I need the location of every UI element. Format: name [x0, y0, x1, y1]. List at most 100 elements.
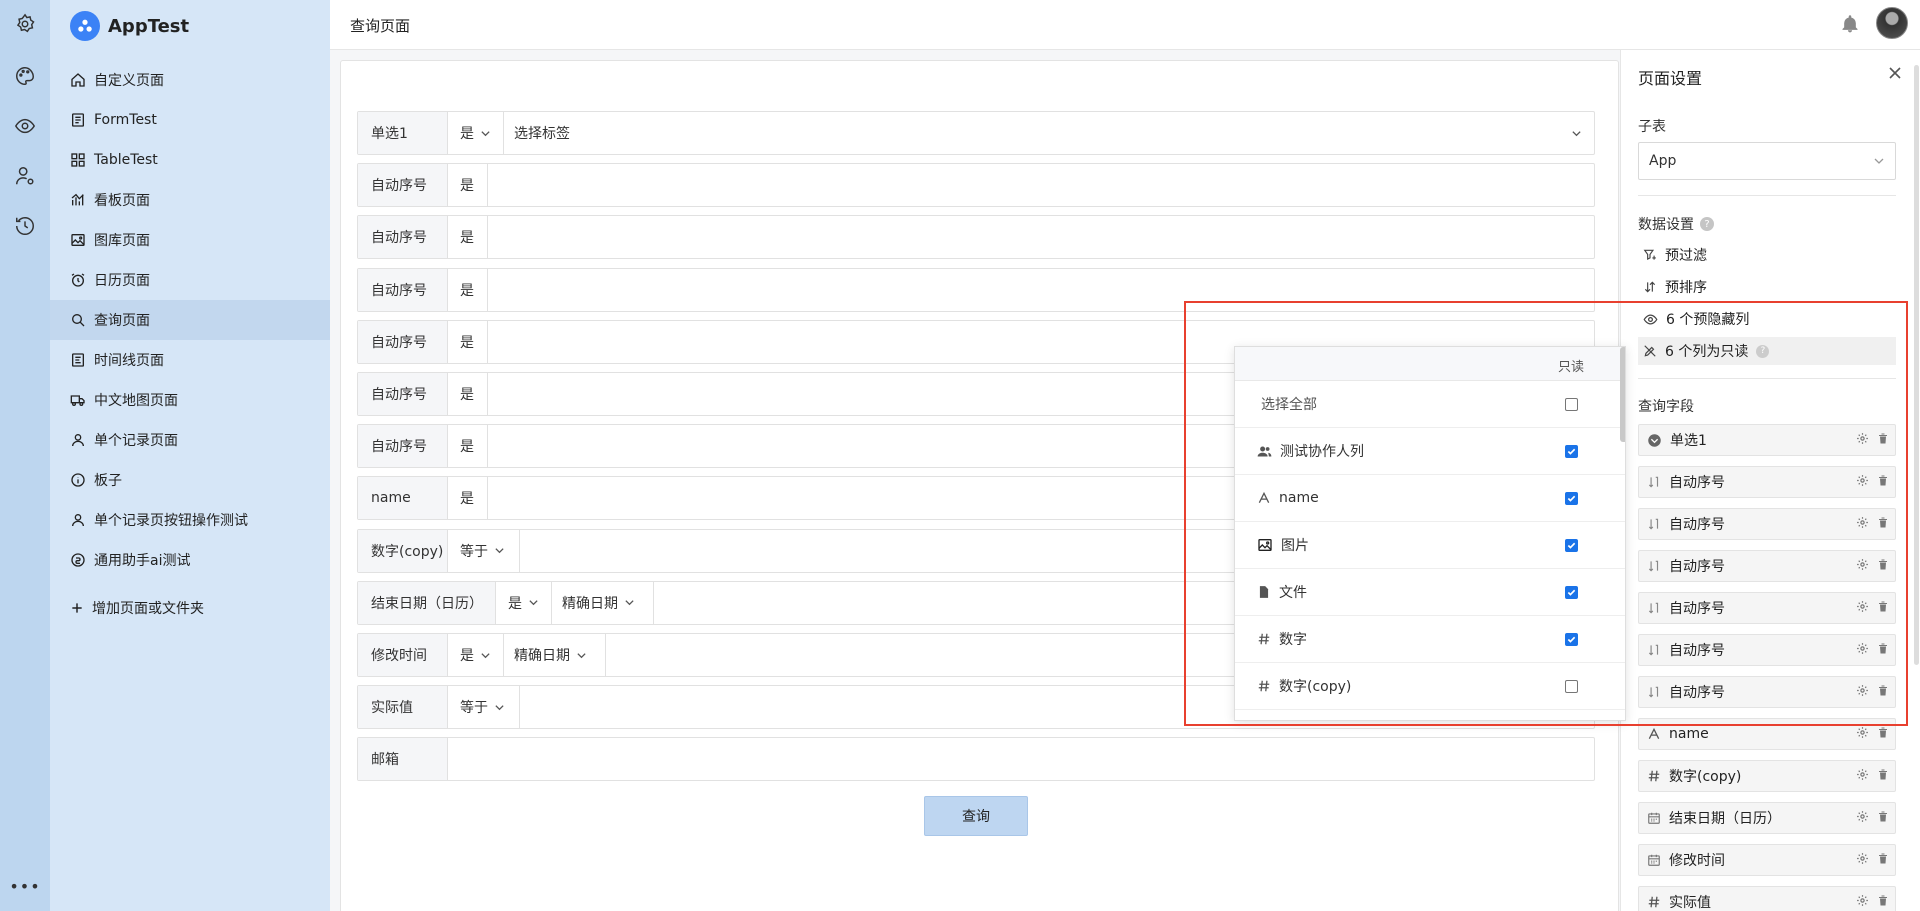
- operator-value: 是: [508, 595, 522, 612]
- readonly-column-row[interactable]: name: [1235, 475, 1625, 522]
- field-settings-icon[interactable]: [1856, 516, 1869, 529]
- value-input[interactable]: [448, 738, 1594, 780]
- history-icon[interactable]: [9, 210, 41, 242]
- delete-icon[interactable]: [1877, 474, 1889, 487]
- field-settings-icon[interactable]: [1856, 852, 1869, 865]
- operator-select[interactable]: 是: [448, 112, 504, 154]
- query-field-item[interactable]: 自动序号: [1638, 592, 1896, 624]
- value-input[interactable]: 选择标签: [504, 112, 1594, 154]
- sidebar-item[interactable]: 自定义页面: [50, 60, 330, 100]
- delete-icon[interactable]: [1877, 852, 1889, 865]
- sidebar-item[interactable]: 单个记录页面: [50, 420, 330, 460]
- field-settings-icon[interactable]: [1856, 894, 1869, 907]
- delete-icon[interactable]: [1877, 432, 1889, 445]
- data-setting-label: 6 个预隐藏列: [1666, 312, 1750, 328]
- notification-bell-icon[interactable]: [1840, 14, 1860, 38]
- readonly-column-row[interactable]: 数字(copy): [1235, 663, 1625, 710]
- sidebar-item[interactable]: 查询页面: [50, 300, 330, 340]
- field-settings-icon[interactable]: [1856, 474, 1869, 487]
- operator-select[interactable]: 是: [448, 634, 504, 676]
- query-field-item[interactable]: 自动序号: [1638, 634, 1896, 666]
- close-icon[interactable]: [1887, 65, 1903, 85]
- data-setting-link[interactable]: 预过滤: [1638, 241, 1896, 269]
- user-settings-icon[interactable]: [9, 160, 41, 192]
- field-settings-icon[interactable]: [1856, 768, 1869, 781]
- add-page-button[interactable]: 增加页面或文件夹: [50, 588, 330, 628]
- panel-scrollbar[interactable]: [1914, 65, 1919, 665]
- readonly-column-row[interactable]: 文件: [1235, 569, 1625, 616]
- sidebar-item[interactable]: 板子: [50, 460, 330, 500]
- help-icon[interactable]: ?: [1756, 344, 1770, 358]
- operator-select[interactable]: 等于: [448, 529, 520, 572]
- palette-icon[interactable]: [9, 60, 41, 92]
- field-settings-icon[interactable]: [1856, 432, 1869, 445]
- sidebar-item[interactable]: 日历页面: [50, 260, 330, 300]
- user-avatar[interactable]: [1876, 7, 1908, 39]
- value-input[interactable]: [488, 269, 1594, 311]
- readonly-column-row[interactable]: 图片: [1235, 522, 1625, 569]
- preview-eye-icon[interactable]: [9, 110, 41, 142]
- readonly-checkbox[interactable]: [1565, 586, 1578, 599]
- sidebar-item[interactable]: 看板页面: [50, 180, 330, 220]
- delete-icon[interactable]: [1877, 684, 1889, 697]
- query-field-item[interactable]: name: [1638, 718, 1896, 750]
- sidebar-item[interactable]: 通用助手ai测试: [50, 540, 330, 580]
- delete-icon[interactable]: [1877, 600, 1889, 613]
- query-field-item[interactable]: 单选1: [1638, 424, 1896, 456]
- sidebar-item[interactable]: 图库页面: [50, 220, 330, 260]
- sidebar-item[interactable]: 中文地图页面: [50, 380, 330, 420]
- delete-icon[interactable]: [1877, 726, 1889, 739]
- field-settings-icon[interactable]: [1856, 726, 1869, 739]
- date-mode-select[interactable]: 精确日期: [504, 634, 606, 676]
- query-field-item[interactable]: 数字(copy): [1638, 760, 1896, 792]
- dropdown-scrollbar[interactable]: [1620, 347, 1625, 442]
- delete-icon[interactable]: [1877, 558, 1889, 571]
- select-all-row[interactable]: 选择全部: [1235, 381, 1625, 428]
- settings-gear-icon[interactable]: [9, 8, 41, 40]
- readonly-checkbox[interactable]: [1565, 680, 1578, 693]
- subtable-select[interactable]: App: [1638, 142, 1896, 180]
- date-mode-select[interactable]: 精确日期: [552, 581, 654, 624]
- value-input[interactable]: [488, 216, 1594, 258]
- value-input[interactable]: [488, 164, 1594, 206]
- query-field-item[interactable]: 结束日期（日历）: [1638, 802, 1896, 834]
- readonly-checkbox[interactable]: [1565, 445, 1578, 458]
- readonly-checkbox[interactable]: [1565, 633, 1578, 646]
- delete-icon[interactable]: [1877, 768, 1889, 781]
- query-field-item[interactable]: 实际值: [1638, 886, 1896, 911]
- readonly-column-row[interactable]: 测试协作人列: [1235, 428, 1625, 475]
- query-field-item[interactable]: 自动序号: [1638, 466, 1896, 498]
- data-setting-link[interactable]: 6 个列为只读?: [1638, 337, 1896, 365]
- field-settings-icon[interactable]: [1856, 684, 1869, 697]
- sidebar-item[interactable]: 时间线页面: [50, 340, 330, 380]
- select-all-checkbox[interactable]: [1565, 398, 1578, 411]
- ai-icon: [70, 552, 86, 568]
- data-setting-link[interactable]: 预排序: [1638, 273, 1896, 301]
- help-icon[interactable]: ?: [1700, 217, 1714, 231]
- sidebar-item[interactable]: 单个记录页按钮操作测试: [50, 500, 330, 540]
- readonly-checkbox[interactable]: [1565, 539, 1578, 552]
- operator-select[interactable]: 是: [496, 581, 552, 624]
- query-button[interactable]: 查询: [924, 796, 1028, 836]
- delete-icon[interactable]: [1877, 642, 1889, 655]
- field-settings-icon[interactable]: [1856, 558, 1869, 571]
- field-settings-icon[interactable]: [1856, 642, 1869, 655]
- query-field-item[interactable]: 自动序号: [1638, 508, 1896, 540]
- query-field-item[interactable]: 自动序号: [1638, 676, 1896, 708]
- field-settings-icon[interactable]: [1856, 600, 1869, 613]
- delete-icon[interactable]: [1877, 810, 1889, 823]
- data-setting-link[interactable]: 6 个预隐藏列: [1638, 305, 1896, 333]
- user-icon: [70, 432, 86, 448]
- query-field-item[interactable]: 自动序号: [1638, 550, 1896, 582]
- more-icon[interactable]: •••: [9, 870, 41, 902]
- delete-icon[interactable]: [1877, 894, 1889, 907]
- readonly-column-row[interactable]: 数字: [1235, 616, 1625, 663]
- field-settings-icon[interactable]: [1856, 810, 1869, 823]
- sidebar-item[interactable]: FormTest: [50, 100, 330, 140]
- readonly-checkbox[interactable]: [1565, 492, 1578, 505]
- operator-select: 是: [448, 373, 488, 415]
- delete-icon[interactable]: [1877, 516, 1889, 529]
- operator-select[interactable]: 等于: [448, 686, 520, 729]
- sidebar-item[interactable]: TableTest: [50, 140, 330, 180]
- query-field-item[interactable]: 修改时间: [1638, 844, 1896, 876]
